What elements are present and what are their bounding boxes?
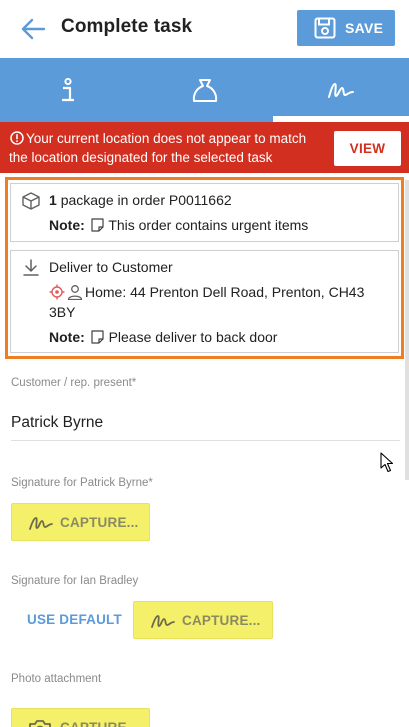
note-icon — [91, 330, 104, 344]
bag-icon — [192, 79, 218, 102]
mouse-cursor-icon — [380, 452, 394, 473]
customer-field-label: Customer / rep. present* — [11, 377, 137, 389]
customer-field[interactable]: Patrick Byrne — [11, 414, 103, 432]
capture-label: CAPTURE... — [60, 515, 139, 530]
delivery-address-line2: 3BY — [49, 304, 76, 320]
delivery-address: Home: 44 Prenton Dell Road, Prenton, CH4… — [85, 284, 365, 300]
customer-field-underline — [11, 440, 400, 441]
person-icon — [67, 285, 83, 300]
capture-signature-ian-button[interactable]: CAPTURE... — [133, 601, 273, 639]
order-card: 1 package in order P0011662 Note: This o… — [10, 183, 399, 242]
scrollbar[interactable] — [405, 180, 409, 480]
arrow-left-icon — [21, 18, 46, 40]
info-icon — [62, 78, 74, 102]
photo-attachment-label: Photo attachment — [11, 673, 102, 685]
capture-label: CAPTURE... — [60, 720, 139, 727]
location-target-icon[interactable] — [49, 284, 65, 300]
back-button[interactable] — [18, 14, 48, 44]
capture-signature-patrick-button[interactable]: CAPTURE... — [11, 503, 150, 541]
view-location-button[interactable]: VIEW — [334, 131, 401, 166]
delivery-note-text: Please deliver to back door — [108, 329, 278, 345]
alert-message: Your current location does not appear to… — [9, 131, 307, 165]
capture-label: CAPTURE... — [182, 613, 261, 628]
signature-icon — [151, 615, 175, 628]
tab-info[interactable] — [0, 58, 136, 122]
delivery-note: Note: Please deliver to back door — [49, 329, 277, 345]
signature-icon — [29, 517, 53, 530]
note-icon — [91, 218, 104, 232]
order-note-label: Note: — [49, 217, 85, 233]
package-icon — [22, 192, 40, 210]
download-arrow-icon — [23, 259, 39, 276]
delivery-card: Deliver to Customer Home: 44 Prenton Del… — [10, 250, 399, 353]
top-app-bar: Complete task SAVE — [0, 0, 409, 58]
use-default-button[interactable]: USE DEFAULT — [27, 612, 122, 627]
delivery-title: Deliver to Customer — [49, 259, 173, 275]
order-summary: 1 package in order P0011662 — [49, 192, 232, 208]
tab-signature[interactable] — [273, 58, 409, 122]
package-count: 1 — [49, 192, 57, 208]
page-title: Complete task — [61, 16, 193, 37]
save-button[interactable]: SAVE — [297, 10, 395, 46]
save-label: SAVE — [345, 20, 384, 36]
camera-icon — [29, 720, 51, 727]
order-note: Note: This order contains urgent items — [49, 217, 308, 233]
signature1-label: Signature for Patrick Byrne* — [11, 477, 153, 489]
tab-bar — [0, 58, 409, 122]
signature-icon — [328, 82, 354, 98]
location-alert: Your current location does not appear to… — [0, 122, 409, 173]
package-text: package in order P0011662 — [60, 192, 232, 208]
signature2-label: Signature for Ian Bradley — [11, 575, 139, 587]
order-note-text: This order contains urgent items — [108, 217, 309, 233]
capture-photo-button[interactable]: CAPTURE... — [11, 708, 150, 727]
delivery-note-label: Note: — [49, 329, 85, 345]
save-icon — [314, 17, 336, 39]
tab-packages[interactable] — [136, 58, 272, 122]
